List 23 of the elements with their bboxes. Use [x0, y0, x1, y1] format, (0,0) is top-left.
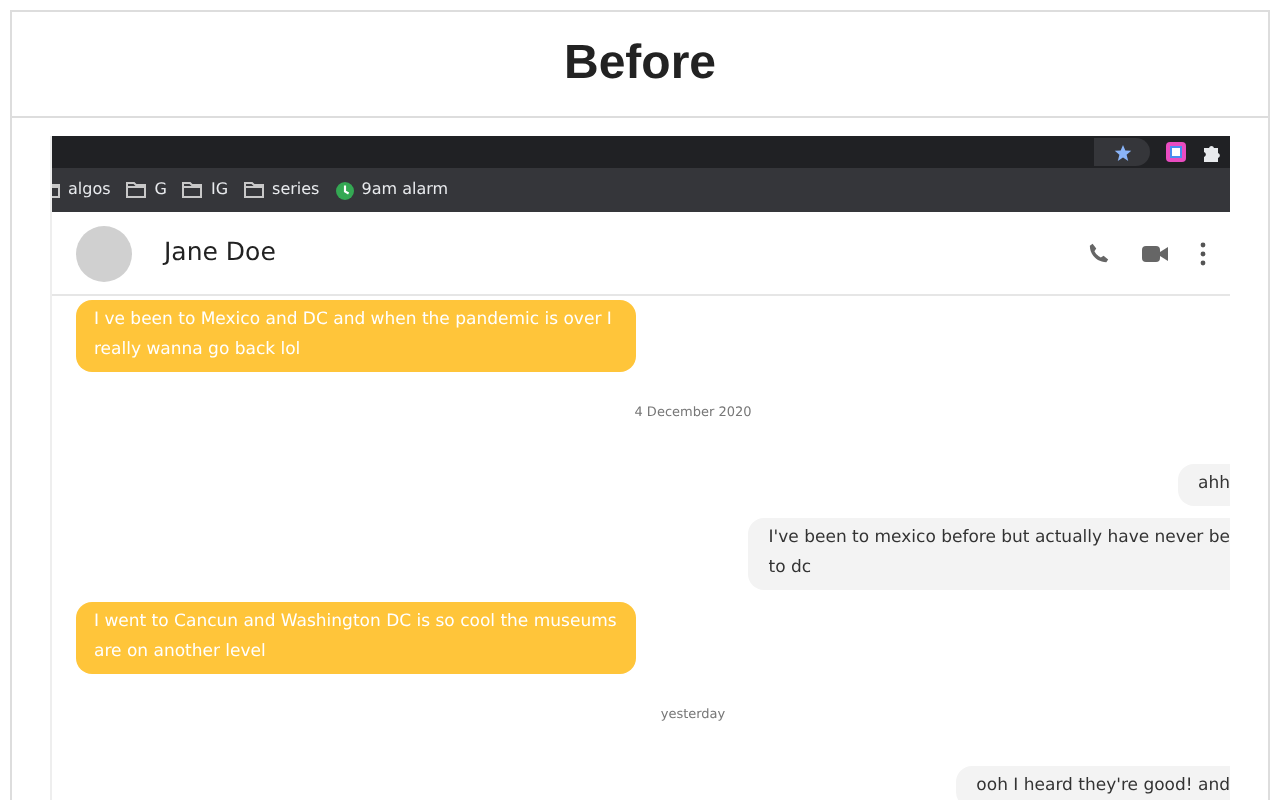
folder-icon [244, 182, 265, 198]
bookmark-link[interactable]: IG [210, 178, 229, 202]
message-bubble: I ve been to Mexico and DC and when the pandemic is over I really wanna go back lol [76, 300, 636, 372]
message-bubble: I've been to mexico before but actually have never be to dc [748, 517, 1230, 590]
more-icon[interactable] [1200, 241, 1206, 265]
message-bubble: ooh I heard they're good! and [956, 765, 1230, 800]
video-camera-icon[interactable] [1142, 243, 1168, 263]
bookmark-link[interactable]: algos [68, 178, 111, 202]
page-title: Before [563, 34, 717, 94]
clock-icon [335, 181, 354, 199]
bookmark-link[interactable]: series [272, 178, 320, 202]
phone-icon[interactable] [1088, 242, 1110, 264]
avatar [76, 225, 132, 281]
folder-icon [182, 182, 203, 198]
extension-icon[interactable] [1166, 142, 1186, 162]
message-bubble: I went to Cancun and Washington DC is so cool the museums are on another level [76, 601, 636, 674]
message-bubble: ahh [1178, 463, 1230, 506]
contact-name: Jane Doe [164, 234, 276, 271]
star-icon[interactable] [1113, 143, 1131, 161]
folder-icon [126, 182, 147, 198]
bookmark-link[interactable]: G [154, 178, 167, 202]
puzzle-icon[interactable] [1202, 142, 1222, 162]
bookmark-link[interactable]: 9am alarm [361, 178, 449, 202]
